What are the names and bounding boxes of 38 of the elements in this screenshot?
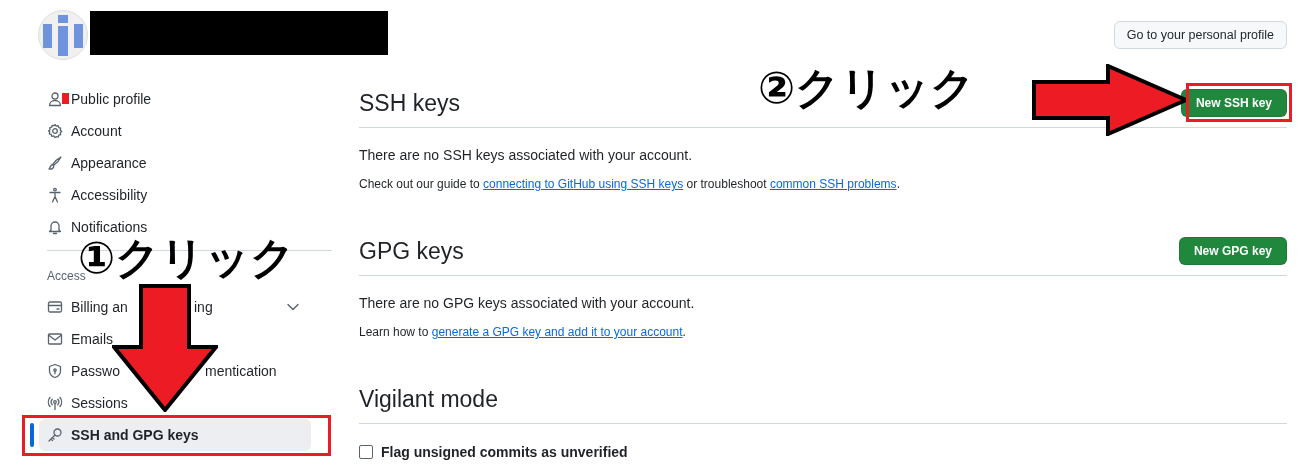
- new-key-button[interactable]: New GPG key: [1178, 237, 1287, 265]
- section-title: Vigilant mode: [359, 385, 498, 413]
- annotation-label: ②クリック: [758, 62, 977, 115]
- checkbox[interactable]: [359, 445, 373, 459]
- sidebar-item[interactable]: Accessibility: [39, 179, 311, 211]
- help-text: Learn how to generate a GPG key and add it to your account.: [359, 324, 687, 341]
- link[interactable]: connecting to GitHub using SSH keys: [483, 177, 684, 191]
- sidebar-item[interactable]: Passwo mentication: [39, 355, 311, 387]
- selection-bar: [30, 423, 34, 447]
- sidebar-item[interactable]: Billing an ing: [39, 291, 311, 323]
- profile-button[interactable]: Go to your personal profile: [1113, 21, 1287, 49]
- sidebar-item[interactable]: Public profile: [39, 83, 311, 115]
- accessibility-icon: [47, 187, 63, 203]
- right-arrow-icon: [1032, 64, 1188, 136]
- sidebar-item[interactable]: Emails: [39, 323, 311, 355]
- link[interactable]: generate a GPG key and add it to your account: [431, 325, 683, 339]
- key-icon: [47, 427, 63, 443]
- link[interactable]: common SSH problems: [769, 177, 897, 191]
- section-title: GPG keys: [359, 237, 464, 265]
- section-title: SSH keys: [359, 89, 460, 117]
- sidebar-item[interactable]: Appearance: [39, 147, 311, 179]
- broadcast-icon: [47, 395, 63, 411]
- sidebar-item[interactable]: Account: [39, 115, 311, 147]
- paintbrush-icon: [47, 155, 63, 171]
- person-icon: [47, 91, 63, 107]
- credit-card-icon: [47, 299, 63, 315]
- empty-message: There are no GPG keys associated with your account.: [359, 294, 696, 313]
- envelope-icon: [47, 331, 63, 347]
- avatar: [38, 10, 88, 60]
- new-key-button[interactable]: New SSH key: [1180, 89, 1287, 117]
- empty-message: There are no SSH keys associated with your account.: [359, 146, 694, 165]
- annotation-mark: [62, 93, 69, 104]
- gear-icon: [47, 123, 63, 139]
- sidebar-item[interactable]: Sessions: [39, 387, 311, 419]
- checkbox-label: Flag unsigned commits as unverified: [381, 444, 628, 460]
- bell-icon: [47, 219, 63, 235]
- shield-icon: [47, 363, 63, 379]
- help-text: Check out our guide to connecting to GitHub using SSH keys or troubleshoot common SSH problems.: [359, 176, 901, 193]
